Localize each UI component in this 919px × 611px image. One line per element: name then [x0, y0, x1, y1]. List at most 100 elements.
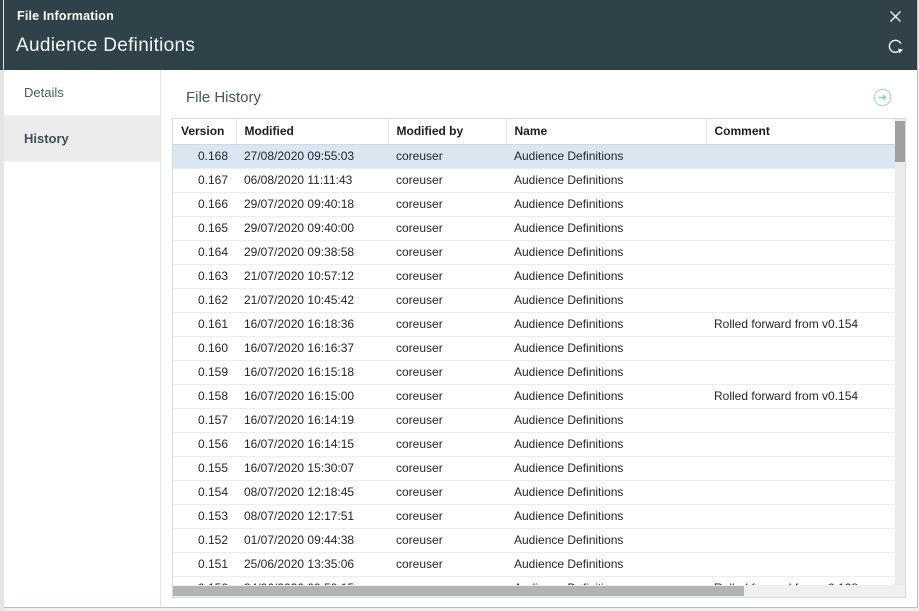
cell-version: 0.160	[173, 336, 236, 360]
cell-modified-by: coreuser	[388, 192, 506, 216]
cell-modified-by: coreuser	[388, 144, 506, 168]
cell-name: Audience Definitions	[506, 144, 706, 168]
cell-modified-by: coreuser	[388, 552, 506, 576]
cell-comment	[706, 288, 898, 312]
cell-comment	[706, 216, 898, 240]
cell-comment	[706, 552, 898, 576]
sidebar-item-details[interactable]: Details	[4, 70, 160, 116]
cell-modified-by: coreuser	[388, 504, 506, 528]
cell-comment	[706, 432, 898, 456]
cell-comment: Rolled forward from v0.154	[706, 384, 898, 408]
column-header-name: Name	[506, 119, 706, 144]
cell-version: 0.167	[173, 168, 236, 192]
table-row[interactable]: 0.167 06/08/2020 11:11:43 coreuser Audie…	[173, 168, 898, 192]
cell-version: 0.165	[173, 216, 236, 240]
dialog-header: File Information Audience Definitions	[4, 0, 917, 70]
table-row[interactable]: 0.153 08/07/2020 12:17:51 coreuser Audie…	[173, 504, 898, 528]
vertical-scrollbar-thumb[interactable]	[895, 121, 905, 162]
cell-comment	[706, 504, 898, 528]
cell-modified-by: coreuser	[388, 168, 506, 192]
close-icon[interactable]	[887, 8, 903, 24]
column-header-comment: Comment	[706, 119, 898, 144]
cell-version: 0.161	[173, 312, 236, 336]
cell-modified-by: coreuser	[388, 480, 506, 504]
table-row[interactable]: 0.161 16/07/2020 16:18:36 coreuser Audie…	[173, 312, 898, 336]
cell-modified-by: coreuser	[388, 384, 506, 408]
column-header-version: Version	[173, 119, 236, 144]
cell-modified-by: coreuser	[388, 456, 506, 480]
cell-comment	[706, 192, 898, 216]
sidebar-item-history[interactable]: History	[4, 116, 160, 162]
column-header-modified: Modified	[236, 119, 388, 144]
background-page-header-edge	[0, 0, 3, 70]
table-row[interactable]: 0.156 16/07/2020 16:14:15 coreuser Audie…	[173, 432, 898, 456]
cell-version: 0.168	[173, 144, 236, 168]
table-row[interactable]: 0.157 16/07/2020 16:14:19 coreuser Audie…	[173, 408, 898, 432]
table-row[interactable]: 0.159 16/07/2020 16:15:18 coreuser Audie…	[173, 360, 898, 384]
cell-comment	[706, 480, 898, 504]
cell-modified-by: coreuser	[388, 264, 506, 288]
cell-name: Audience Definitions	[506, 312, 706, 336]
cell-modified-by: coreuser	[388, 360, 506, 384]
cell-modified: 06/08/2020 11:11:43	[236, 168, 388, 192]
cell-name: Audience Definitions	[506, 552, 706, 576]
cell-comment: Rolled forward from v0.154	[706, 312, 898, 336]
cell-version: 0.154	[173, 480, 236, 504]
cell-comment	[706, 240, 898, 264]
cell-name: Audience Definitions	[506, 528, 706, 552]
cell-modified: 16/07/2020 15:30:07	[236, 456, 388, 480]
cell-comment	[706, 408, 898, 432]
sidebar-item-label: History	[24, 131, 69, 146]
dialog-body: Details History File History	[4, 70, 917, 607]
sidebar-item-label: Details	[24, 85, 64, 100]
cell-modified: 08/07/2020 12:17:51	[236, 504, 388, 528]
table-row[interactable]: 0.163 21/07/2020 10:57:12 coreuser Audie…	[173, 264, 898, 288]
cell-comment	[706, 528, 898, 552]
cell-comment	[706, 144, 898, 168]
table-row[interactable]: 0.158 16/07/2020 16:15:00 coreuser Audie…	[173, 384, 898, 408]
cell-name: Audience Definitions	[506, 264, 706, 288]
cell-modified: 21/07/2020 10:45:42	[236, 288, 388, 312]
cell-modified: 01/07/2020 09:44:38	[236, 528, 388, 552]
table-row[interactable]: 0.155 16/07/2020 15:30:07 coreuser Audie…	[173, 456, 898, 480]
cell-comment	[706, 456, 898, 480]
history-table: Version Modified Modified by Name Commen…	[173, 119, 898, 598]
horizontal-scrollbar[interactable]	[173, 585, 905, 597]
cell-modified: 16/07/2020 16:14:19	[236, 408, 388, 432]
cell-modified: 29/07/2020 09:40:18	[236, 192, 388, 216]
table-row[interactable]: 0.165 29/07/2020 09:40:00 coreuser Audie…	[173, 216, 898, 240]
cell-name: Audience Definitions	[506, 192, 706, 216]
vertical-scrollbar[interactable]	[895, 119, 905, 585]
cell-modified-by: coreuser	[388, 312, 506, 336]
cell-name: Audience Definitions	[506, 288, 706, 312]
table-row[interactable]: 0.162 21/07/2020 10:45:42 coreuser Audie…	[173, 288, 898, 312]
cell-name: Audience Definitions	[506, 480, 706, 504]
cell-name: Audience Definitions	[506, 168, 706, 192]
table-row[interactable]: 0.154 08/07/2020 12:18:45 coreuser Audie…	[173, 480, 898, 504]
table-row[interactable]: 0.166 29/07/2020 09:40:18 coreuser Audie…	[173, 192, 898, 216]
sidebar: Details History	[4, 70, 161, 607]
cell-modified: 16/07/2020 16:18:36	[236, 312, 388, 336]
table-row[interactable]: 0.168 27/08/2020 09:55:03 coreuser Audie…	[173, 144, 898, 168]
cell-version: 0.153	[173, 504, 236, 528]
cell-version: 0.152	[173, 528, 236, 552]
table-row[interactable]: 0.160 16/07/2020 16:16:37 coreuser Audie…	[173, 336, 898, 360]
refresh-icon[interactable]	[885, 36, 905, 56]
table-row[interactable]: 0.151 25/06/2020 13:35:06 coreuser Audie…	[173, 552, 898, 576]
cell-version: 0.151	[173, 552, 236, 576]
cell-name: Audience Definitions	[506, 432, 706, 456]
cell-version: 0.158	[173, 384, 236, 408]
table-row[interactable]: 0.164 29/07/2020 09:38:58 coreuser Audie…	[173, 240, 898, 264]
horizontal-scrollbar-thumb[interactable]	[173, 586, 744, 596]
cell-version: 0.155	[173, 456, 236, 480]
cell-modified-by: coreuser	[388, 240, 506, 264]
cell-version: 0.164	[173, 240, 236, 264]
circle-arrow-right-icon[interactable]	[873, 88, 892, 107]
cell-comment	[706, 336, 898, 360]
cell-version: 0.156	[173, 432, 236, 456]
cell-modified: 08/07/2020 12:18:45	[236, 480, 388, 504]
table-header-row: Version Modified Modified by Name Commen…	[173, 119, 898, 144]
cell-modified-by: coreuser	[388, 288, 506, 312]
cell-name: Audience Definitions	[506, 456, 706, 480]
table-row[interactable]: 0.152 01/07/2020 09:44:38 coreuser Audie…	[173, 528, 898, 552]
